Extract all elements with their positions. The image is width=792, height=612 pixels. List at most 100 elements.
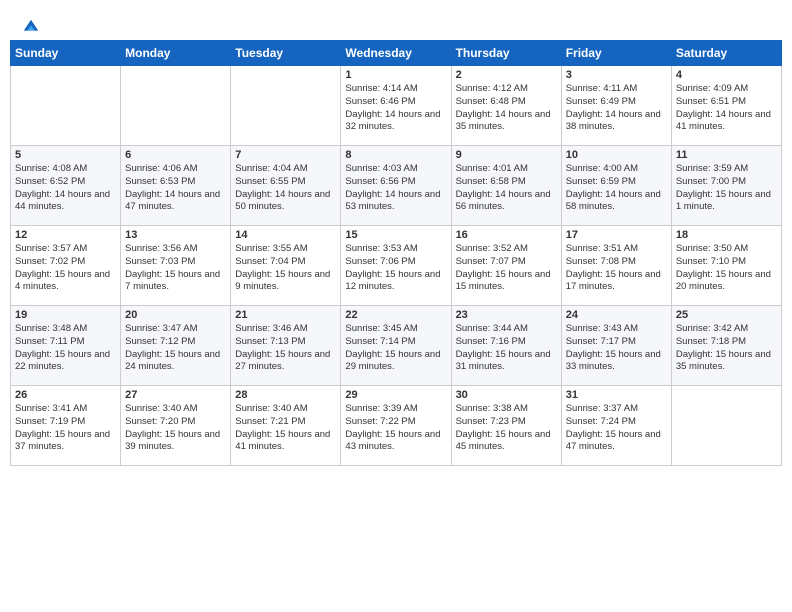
daylight-text: Daylight: 15 hours and 15 minutes. xyxy=(456,269,551,293)
day-number: 1 xyxy=(345,69,446,81)
sunrise-text: Sunrise: 4:12 AM xyxy=(456,83,528,94)
sunrise-text: Sunrise: 4:04 AM xyxy=(235,163,307,174)
sunset-text: Sunset: 7:02 PM xyxy=(15,256,85,267)
calendar-cell: 16 Sunrise: 3:52 AM Sunset: 7:07 PM Dayl… xyxy=(451,226,561,306)
calendar-cell: 21 Sunrise: 3:46 AM Sunset: 7:13 PM Dayl… xyxy=(231,306,341,386)
day-number: 26 xyxy=(15,389,116,401)
sunset-text: Sunset: 7:17 PM xyxy=(566,336,636,347)
day-number: 9 xyxy=(456,149,557,161)
calendar-cell: 14 Sunrise: 3:55 AM Sunset: 7:04 PM Dayl… xyxy=(231,226,341,306)
daylight-text: Daylight: 15 hours and 35 minutes. xyxy=(676,349,771,373)
day-number: 30 xyxy=(456,389,557,401)
day-info: Sunrise: 3:38 AM Sunset: 7:23 PM Dayligh… xyxy=(456,403,557,454)
sunrise-text: Sunrise: 3:42 AM xyxy=(676,323,748,334)
sunrise-text: Sunrise: 3:38 AM xyxy=(456,403,528,414)
day-info: Sunrise: 3:56 AM Sunset: 7:03 PM Dayligh… xyxy=(125,243,226,294)
daylight-text: Daylight: 14 hours and 35 minutes. xyxy=(456,109,551,133)
day-info: Sunrise: 4:04 AM Sunset: 6:55 PM Dayligh… xyxy=(235,163,336,214)
day-info: Sunrise: 3:42 AM Sunset: 7:18 PM Dayligh… xyxy=(676,323,777,374)
calendar-cell: 9 Sunrise: 4:01 AM Sunset: 6:58 PM Dayli… xyxy=(451,146,561,226)
sunset-text: Sunset: 7:06 PM xyxy=(345,256,415,267)
sunrise-text: Sunrise: 3:51 AM xyxy=(566,243,638,254)
sunset-text: Sunset: 7:22 PM xyxy=(345,416,415,427)
logo xyxy=(20,18,40,32)
sunrise-text: Sunrise: 4:11 AM xyxy=(566,83,638,94)
daylight-text: Daylight: 15 hours and 45 minutes. xyxy=(456,429,551,453)
sunset-text: Sunset: 6:48 PM xyxy=(456,96,526,107)
logo-icon xyxy=(22,18,40,36)
calendar-cell: 29 Sunrise: 3:39 AM Sunset: 7:22 PM Dayl… xyxy=(341,386,451,466)
calendar-cell: 10 Sunrise: 4:00 AM Sunset: 6:59 PM Dayl… xyxy=(561,146,671,226)
calendar-cell: 3 Sunrise: 4:11 AM Sunset: 6:49 PM Dayli… xyxy=(561,66,671,146)
day-info: Sunrise: 3:41 AM Sunset: 7:19 PM Dayligh… xyxy=(15,403,116,454)
calendar-cell: 20 Sunrise: 3:47 AM Sunset: 7:12 PM Dayl… xyxy=(121,306,231,386)
daylight-text: Daylight: 15 hours and 17 minutes. xyxy=(566,269,661,293)
daylight-text: Daylight: 15 hours and 29 minutes. xyxy=(345,349,440,373)
day-number: 29 xyxy=(345,389,446,401)
sunset-text: Sunset: 7:08 PM xyxy=(566,256,636,267)
weekday-header-row: SundayMondayTuesdayWednesdayThursdayFrid… xyxy=(11,41,782,66)
sunset-text: Sunset: 7:13 PM xyxy=(235,336,305,347)
calendar-cell: 5 Sunrise: 4:08 AM Sunset: 6:52 PM Dayli… xyxy=(11,146,121,226)
calendar-cell: 31 Sunrise: 3:37 AM Sunset: 7:24 PM Dayl… xyxy=(561,386,671,466)
sunset-text: Sunset: 7:23 PM xyxy=(456,416,526,427)
day-number: 24 xyxy=(566,309,667,321)
calendar-cell: 30 Sunrise: 3:38 AM Sunset: 7:23 PM Dayl… xyxy=(451,386,561,466)
calendar-table: SundayMondayTuesdayWednesdayThursdayFrid… xyxy=(10,40,782,466)
calendar-cell: 4 Sunrise: 4:09 AM Sunset: 6:51 PM Dayli… xyxy=(671,66,781,146)
day-number: 11 xyxy=(676,149,777,161)
day-info: Sunrise: 4:09 AM Sunset: 6:51 PM Dayligh… xyxy=(676,83,777,134)
sunrise-text: Sunrise: 3:39 AM xyxy=(345,403,417,414)
day-number: 12 xyxy=(15,229,116,241)
calendar-cell: 15 Sunrise: 3:53 AM Sunset: 7:06 PM Dayl… xyxy=(341,226,451,306)
daylight-text: Daylight: 15 hours and 24 minutes. xyxy=(125,349,220,373)
day-info: Sunrise: 4:14 AM Sunset: 6:46 PM Dayligh… xyxy=(345,83,446,134)
calendar-cell: 1 Sunrise: 4:14 AM Sunset: 6:46 PM Dayli… xyxy=(341,66,451,146)
daylight-text: Daylight: 15 hours and 39 minutes. xyxy=(125,429,220,453)
sunset-text: Sunset: 7:16 PM xyxy=(456,336,526,347)
calendar-cell: 6 Sunrise: 4:06 AM Sunset: 6:53 PM Dayli… xyxy=(121,146,231,226)
calendar-week-4: 19 Sunrise: 3:48 AM Sunset: 7:11 PM Dayl… xyxy=(11,306,782,386)
day-info: Sunrise: 3:45 AM Sunset: 7:14 PM Dayligh… xyxy=(345,323,446,374)
day-info: Sunrise: 3:48 AM Sunset: 7:11 PM Dayligh… xyxy=(15,323,116,374)
daylight-text: Daylight: 15 hours and 43 minutes. xyxy=(345,429,440,453)
sunrise-text: Sunrise: 3:40 AM xyxy=(235,403,307,414)
day-info: Sunrise: 3:37 AM Sunset: 7:24 PM Dayligh… xyxy=(566,403,667,454)
weekday-friday: Friday xyxy=(561,41,671,66)
sunset-text: Sunset: 7:03 PM xyxy=(125,256,195,267)
day-number: 20 xyxy=(125,309,226,321)
sunset-text: Sunset: 6:55 PM xyxy=(235,176,305,187)
daylight-text: Daylight: 14 hours and 41 minutes. xyxy=(676,109,771,133)
day-number: 25 xyxy=(676,309,777,321)
daylight-text: Daylight: 15 hours and 7 minutes. xyxy=(125,269,220,293)
sunset-text: Sunset: 7:21 PM xyxy=(235,416,305,427)
daylight-text: Daylight: 14 hours and 58 minutes. xyxy=(566,189,661,213)
weekday-wednesday: Wednesday xyxy=(341,41,451,66)
sunset-text: Sunset: 7:24 PM xyxy=(566,416,636,427)
sunset-text: Sunset: 7:04 PM xyxy=(235,256,305,267)
daylight-text: Daylight: 15 hours and 20 minutes. xyxy=(676,269,771,293)
sunrise-text: Sunrise: 4:01 AM xyxy=(456,163,528,174)
calendar-week-3: 12 Sunrise: 3:57 AM Sunset: 7:02 PM Dayl… xyxy=(11,226,782,306)
weekday-tuesday: Tuesday xyxy=(231,41,341,66)
sunrise-text: Sunrise: 3:44 AM xyxy=(456,323,528,334)
day-number: 18 xyxy=(676,229,777,241)
day-info: Sunrise: 3:52 AM Sunset: 7:07 PM Dayligh… xyxy=(456,243,557,294)
weekday-monday: Monday xyxy=(121,41,231,66)
sunrise-text: Sunrise: 3:53 AM xyxy=(345,243,417,254)
daylight-text: Daylight: 14 hours and 44 minutes. xyxy=(15,189,110,213)
sunrise-text: Sunrise: 3:41 AM xyxy=(15,403,87,414)
day-info: Sunrise: 4:11 AM Sunset: 6:49 PM Dayligh… xyxy=(566,83,667,134)
daylight-text: Daylight: 15 hours and 4 minutes. xyxy=(15,269,110,293)
sunrise-text: Sunrise: 3:37 AM xyxy=(566,403,638,414)
sunrise-text: Sunrise: 4:14 AM xyxy=(345,83,417,94)
sunset-text: Sunset: 6:58 PM xyxy=(456,176,526,187)
calendar-cell: 19 Sunrise: 3:48 AM Sunset: 7:11 PM Dayl… xyxy=(11,306,121,386)
day-number: 4 xyxy=(676,69,777,81)
sunset-text: Sunset: 7:12 PM xyxy=(125,336,195,347)
calendar-cell: 12 Sunrise: 3:57 AM Sunset: 7:02 PM Dayl… xyxy=(11,226,121,306)
calendar-cell: 22 Sunrise: 3:45 AM Sunset: 7:14 PM Dayl… xyxy=(341,306,451,386)
sunrise-text: Sunrise: 4:00 AM xyxy=(566,163,638,174)
calendar-cell: 11 Sunrise: 3:59 AM Sunset: 7:00 PM Dayl… xyxy=(671,146,781,226)
sunrise-text: Sunrise: 3:59 AM xyxy=(676,163,748,174)
